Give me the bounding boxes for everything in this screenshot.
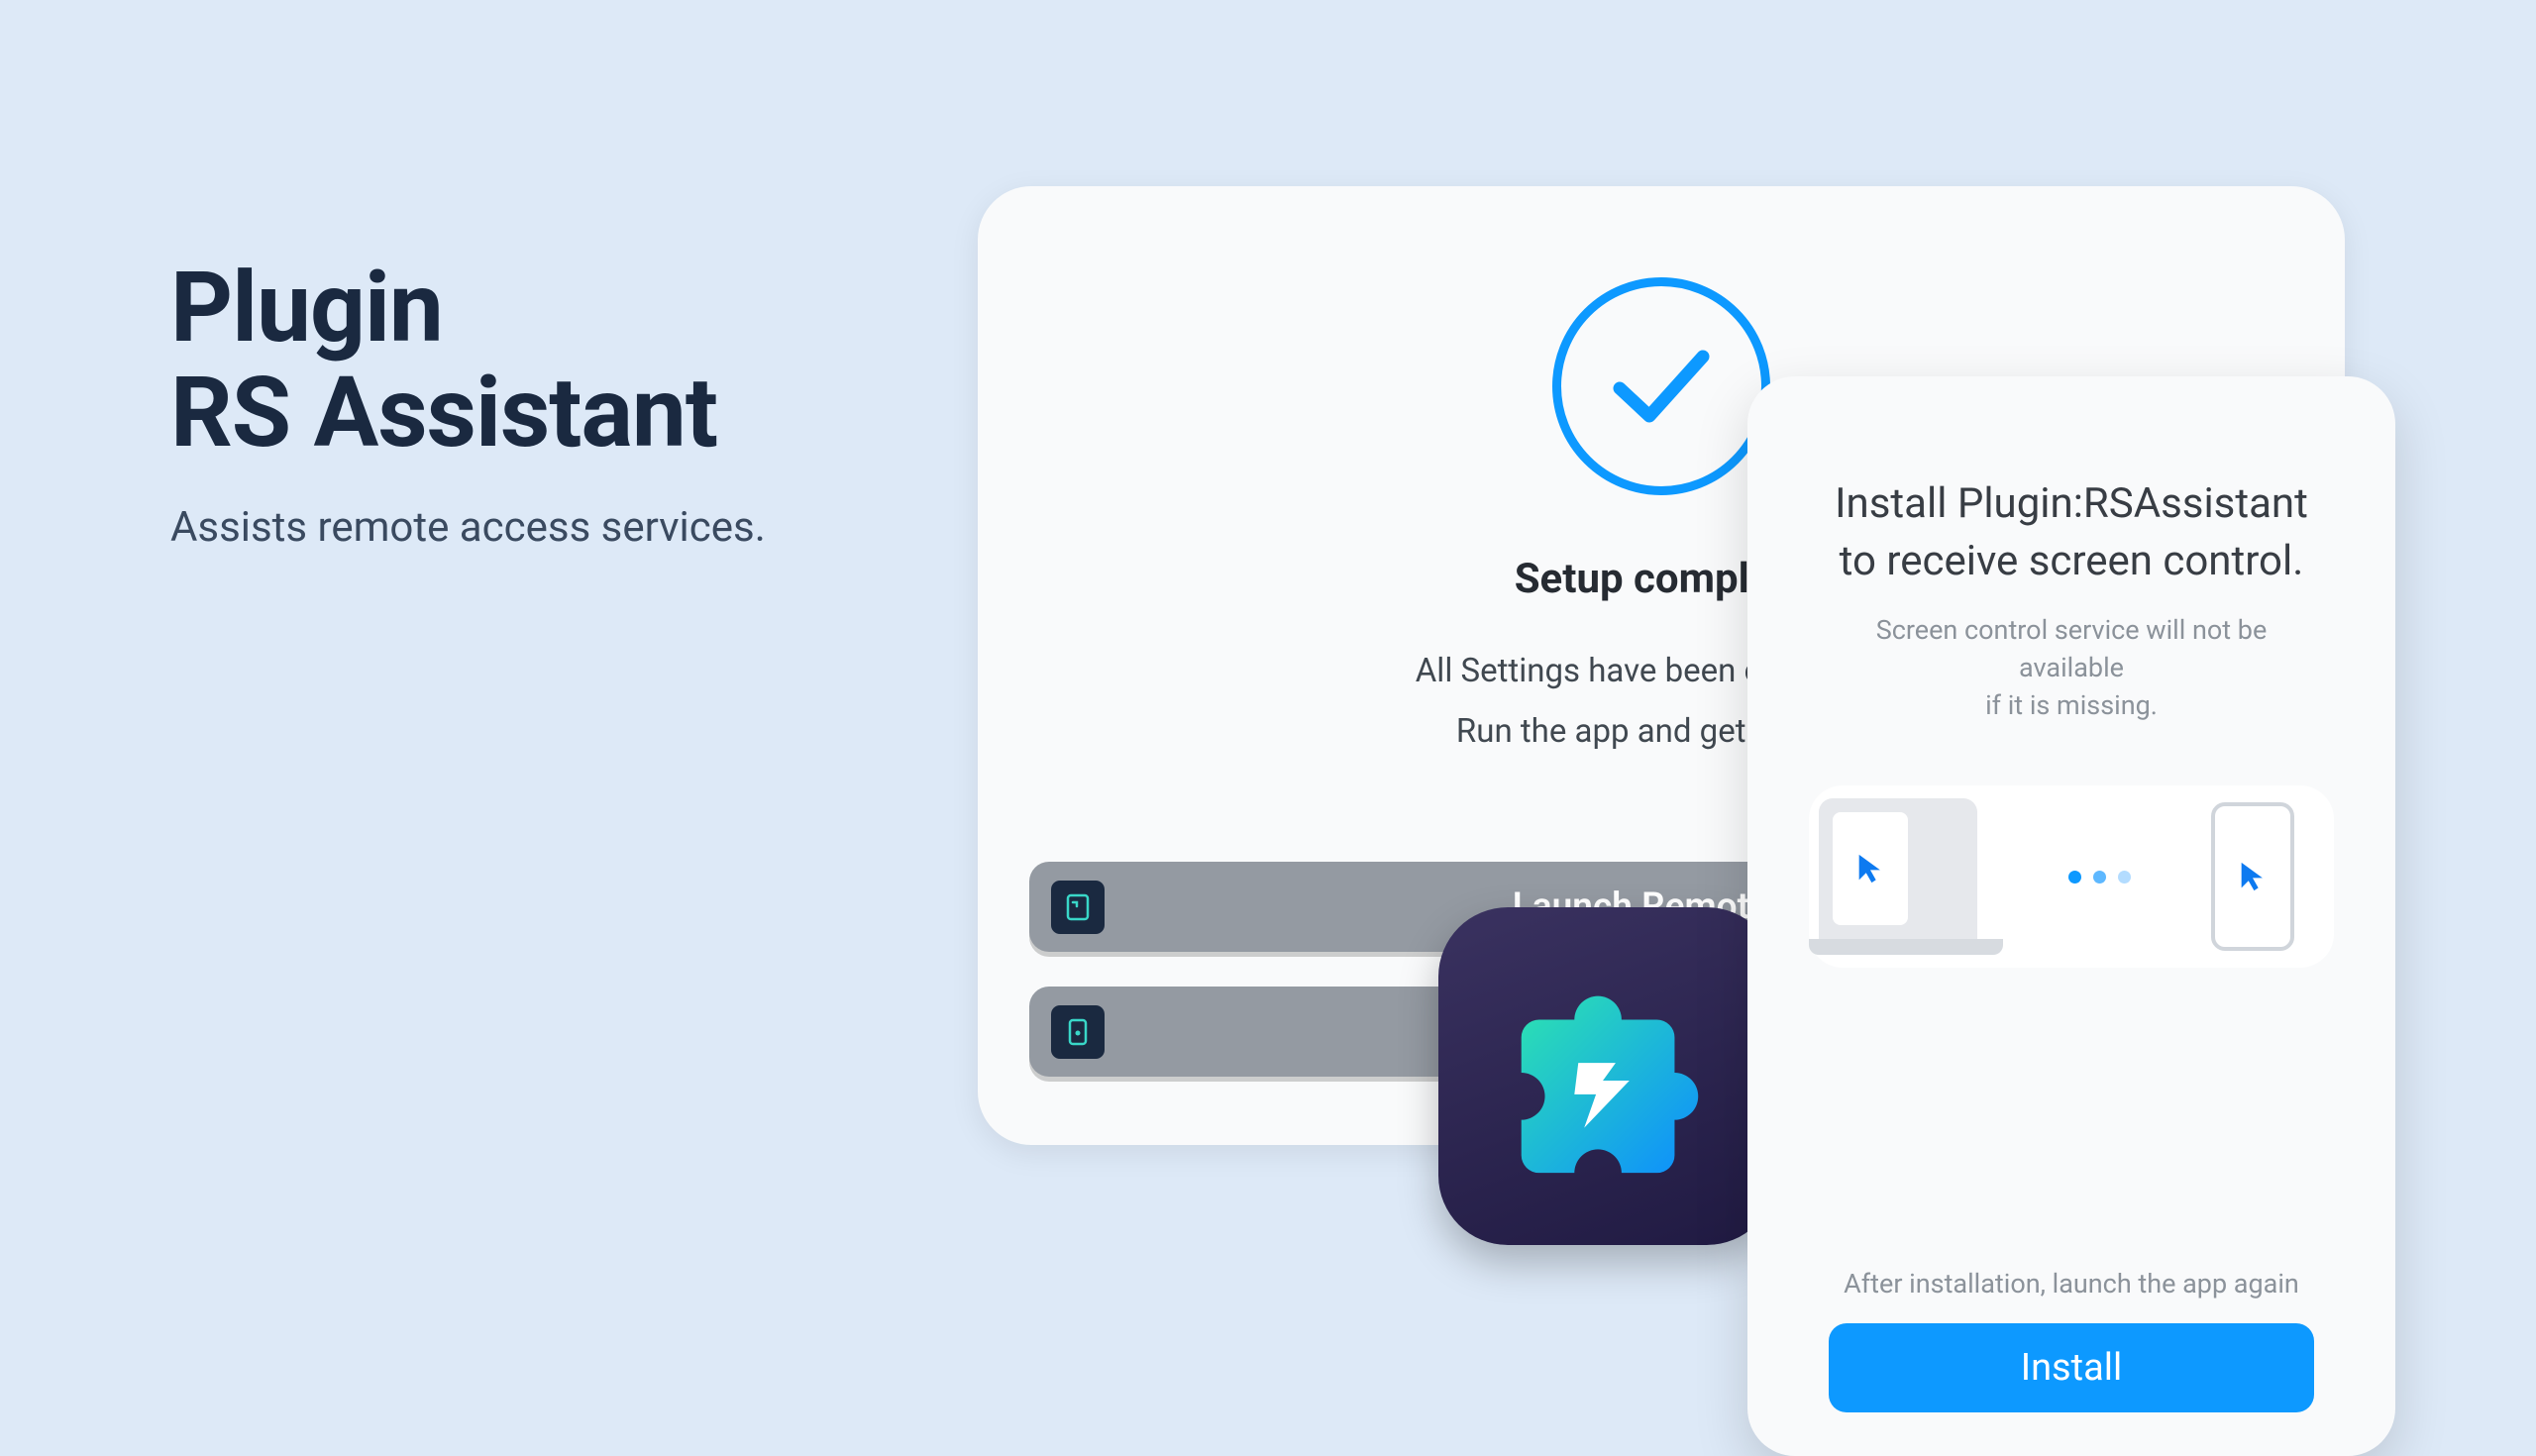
install-title: Install Plugin:RSAssistant to receive sc…	[1835, 475, 2308, 590]
install-desc-line-1: Screen control service will not be avail…	[1876, 614, 2268, 683]
install-description: Screen control service will not be avail…	[1834, 612, 2309, 724]
install-footer-text: After installation, launch the app again	[1844, 1268, 2299, 1300]
page-title: Plugin RS Assistant	[170, 256, 766, 466]
install-title-line-1: Install Plugin:RSAssistant	[1835, 479, 2308, 528]
hero-title-section: Plugin RS Assistant Assists remote acces…	[170, 256, 766, 552]
check-icon	[1612, 345, 1711, 429]
install-plugin-card: Install Plugin:RSAssistant to receive sc…	[1747, 376, 2395, 1456]
phone-icon	[2211, 802, 2294, 951]
plugin-app-icon	[1438, 907, 1776, 1245]
title-line-1: Plugin	[170, 251, 443, 364]
install-title-line-2: to receive screen control.	[1840, 537, 2304, 585]
install-button-label: Install	[2021, 1346, 2123, 1390]
connection-dots-icon	[2068, 871, 2131, 884]
title-line-2: RS Assistant	[170, 356, 717, 469]
cursor-icon	[1853, 852, 1887, 885]
page-subtitle: Assists remote access services.	[170, 503, 766, 552]
puzzle-icon	[1490, 959, 1726, 1195]
screen-control-illustration	[1809, 785, 2334, 968]
check-circle-icon	[1552, 277, 1770, 495]
install-desc-line-2: if it is missing.	[1985, 689, 2158, 721]
secondary-app-icon	[1051, 1005, 1105, 1059]
laptop-icon	[1809, 798, 1987, 955]
install-button[interactable]: Install	[1829, 1323, 2314, 1412]
cursor-icon	[2236, 860, 2270, 893]
